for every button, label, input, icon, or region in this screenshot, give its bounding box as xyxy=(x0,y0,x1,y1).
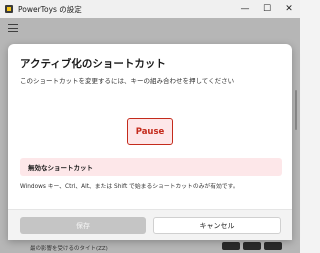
window-controls: — ☐ ✕ xyxy=(234,0,300,18)
scrollbar[interactable] xyxy=(295,90,297,130)
background-key-badge xyxy=(243,242,261,250)
close-button[interactable]: ✕ xyxy=(278,0,300,18)
minimize-button[interactable]: — xyxy=(234,0,256,18)
window-title: PowerToys の設定 xyxy=(18,4,82,14)
title-bar: PowerToys の設定 — ☐ ✕ xyxy=(0,0,300,18)
dialog-description: このショートカットを変更するには、キーの組み合わせを押してください xyxy=(20,77,235,85)
background-key-badge xyxy=(222,242,240,250)
dialog-button-row: 保存 キャンセル xyxy=(8,209,292,240)
cancel-button[interactable]: キャンセル xyxy=(153,217,281,234)
shortcut-dialog: アクティブ化のショートカット このショートカットを変更するには、キーの組み合わせ… xyxy=(8,44,292,240)
background-peek-text: 最の影響を受けるのタイト(ZZ) xyxy=(30,246,108,252)
error-detail: Windows キー、Ctrl、Alt、または Shift で始まるショートカッ… xyxy=(20,184,239,190)
dialog-title: アクティブ化のショートカット xyxy=(20,58,166,70)
pressed-key-badge: Pause xyxy=(127,118,173,145)
background-key-badge xyxy=(264,242,282,250)
maximize-button[interactable]: ☐ xyxy=(256,0,278,18)
invalid-shortcut-infobar: 無効なショートカット xyxy=(20,158,282,176)
background-key-badges xyxy=(222,242,282,250)
powertoys-app-icon xyxy=(5,5,13,13)
save-button[interactable]: 保存 xyxy=(20,217,146,234)
error-title: 無効なショートカット xyxy=(28,164,93,172)
